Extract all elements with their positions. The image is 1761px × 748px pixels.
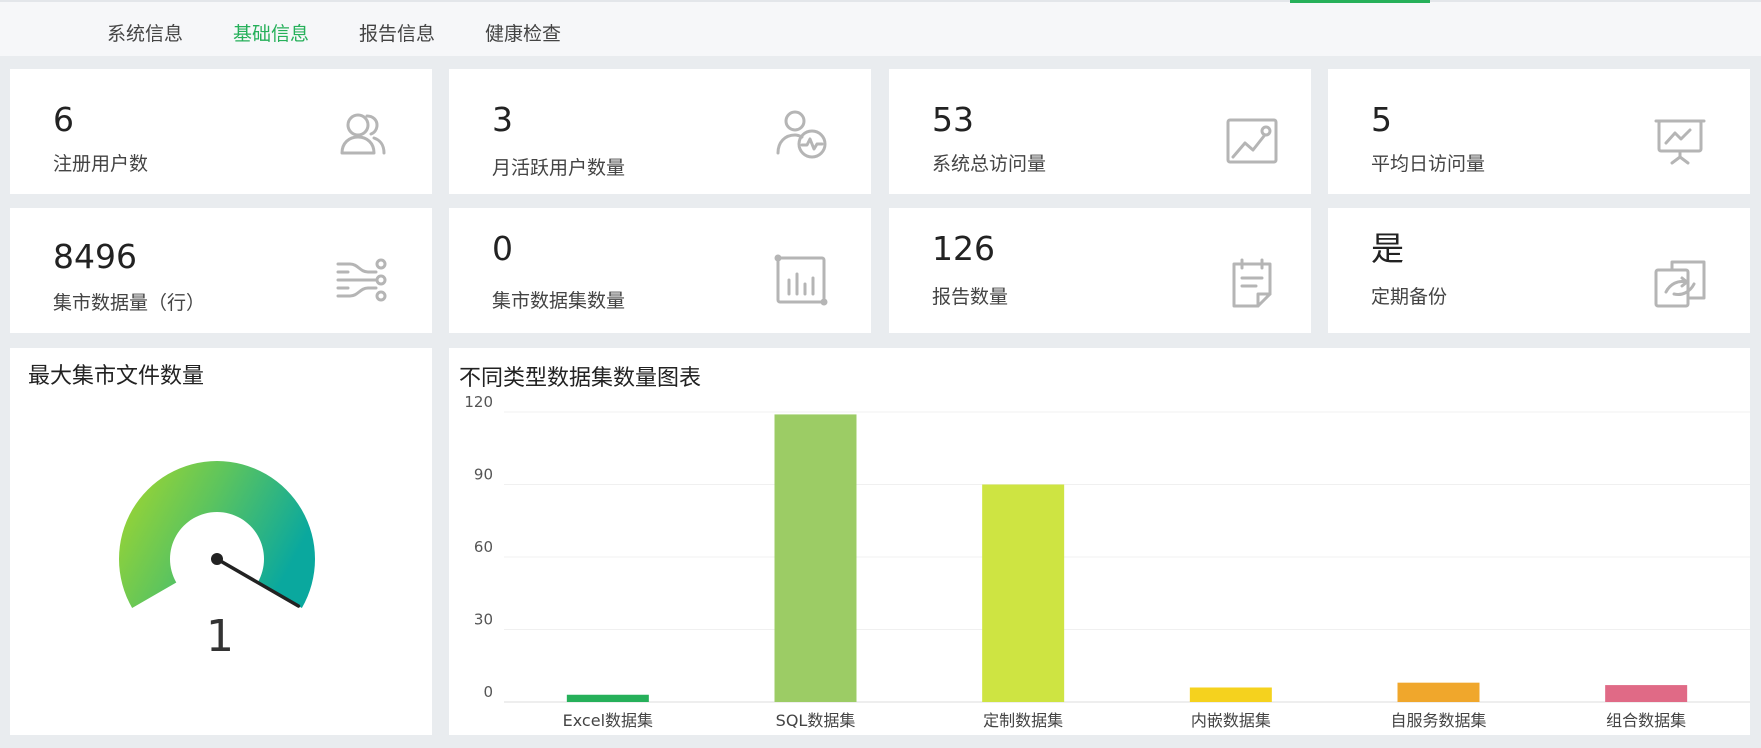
gauge-pivot xyxy=(211,553,223,565)
y-tick-label: 60 xyxy=(474,538,493,556)
backup-sync-icon xyxy=(1652,256,1708,312)
stat-value: 53 xyxy=(932,100,974,139)
tab-report-info[interactable]: 报告信息 xyxy=(359,19,435,46)
stat-value: 8496 xyxy=(53,237,137,276)
stat-card-registered-users: 6 注册用户数 xyxy=(10,69,432,194)
y-tick-label: 0 xyxy=(483,683,493,701)
x-category-label: 定制数据集 xyxy=(983,711,1063,730)
stat-card-reports: 126 报告数量 xyxy=(889,208,1311,333)
stat-value: 5 xyxy=(1371,100,1392,139)
x-category-label: 自服务数据集 xyxy=(1390,711,1486,730)
x-category-label: 内嵌数据集 xyxy=(1191,711,1271,730)
bar-chart-panel: 不同类型数据集数量图表 0 30 60 90 120 Excel数据集 SQL数据集 定制数据… xyxy=(449,348,1750,735)
stat-value: 6 xyxy=(53,100,74,139)
y-tick-label: 30 xyxy=(474,611,493,629)
x-category-label: 组合数据集 xyxy=(1606,711,1686,730)
bar-2[interactable] xyxy=(982,484,1065,703)
gauge-chart xyxy=(119,461,315,608)
stat-value: 0 xyxy=(492,229,513,268)
tab-basic-info[interactable]: 基础信息 xyxy=(233,19,309,46)
tab-system-info[interactable]: 系统信息 xyxy=(107,19,183,46)
stat-card-mart-datasets: 0 集市数据集数量 xyxy=(449,208,871,333)
tab-health-check[interactable]: 健康检查 xyxy=(485,19,561,46)
bar-chart-icon xyxy=(773,252,829,308)
stat-card-total-visits: 53 系统总访问量 xyxy=(889,69,1311,194)
y-tick-label: 120 xyxy=(464,393,493,411)
stat-value: 3 xyxy=(492,100,513,139)
presentation-board-icon xyxy=(1652,115,1708,171)
stat-label: 定期备份 xyxy=(1371,286,1448,308)
top-nav-bar: 系统信息 基础信息 报告信息 健康检查 xyxy=(0,0,1761,56)
line-chart-image-icon xyxy=(1224,115,1280,171)
stat-card-daily-avg-visits: 5 平均日访问量 xyxy=(1328,69,1750,194)
stat-label: 月活跃用户数量 xyxy=(492,157,626,179)
stat-value: 是 xyxy=(1371,229,1404,268)
gauge-value: 1 xyxy=(206,611,234,662)
user-activity-icon xyxy=(773,107,829,163)
tab-bar: 系统信息 基础信息 报告信息 健康检查 xyxy=(107,19,611,46)
stat-card-monthly-active-users: 3 月活跃用户数量 xyxy=(449,69,871,194)
gauge-panel: 最大集市文件数量 1 xyxy=(10,348,432,735)
gauge-arc xyxy=(119,461,315,608)
bar-5[interactable] xyxy=(1605,685,1688,702)
bar-3[interactable] xyxy=(1189,687,1272,703)
stat-value: 126 xyxy=(932,229,995,268)
data-flow-icon xyxy=(334,252,390,308)
y-tick-label: 90 xyxy=(474,466,493,484)
report-clipboard-icon xyxy=(1224,256,1280,312)
stat-label: 系统总访问量 xyxy=(932,153,1047,175)
stat-label: 集市数据集数量 xyxy=(492,290,626,312)
x-category-label: SQL数据集 xyxy=(776,711,856,730)
bar-0[interactable] xyxy=(566,694,649,702)
bar-chart: 0 30 60 90 120 Excel数据集 SQL数据集 定制数据集 内嵌数据集 自服务数据集… xyxy=(464,393,1750,730)
users-icon xyxy=(334,105,390,161)
stat-label: 报告数量 xyxy=(932,286,1009,308)
stat-card-mart-rows: 8496 集市数据量（行） xyxy=(10,208,432,333)
stat-label: 平均日访问量 xyxy=(1371,153,1486,175)
x-category-label: Excel数据集 xyxy=(563,711,653,730)
stat-card-scheduled-backup: 是 定期备份 xyxy=(1328,208,1750,333)
top-accent-line xyxy=(1290,0,1430,3)
bar-1[interactable] xyxy=(774,414,857,702)
stat-label: 注册用户数 xyxy=(53,153,149,175)
stat-label: 集市数据量（行） xyxy=(53,292,206,314)
bar-4[interactable] xyxy=(1397,682,1480,702)
